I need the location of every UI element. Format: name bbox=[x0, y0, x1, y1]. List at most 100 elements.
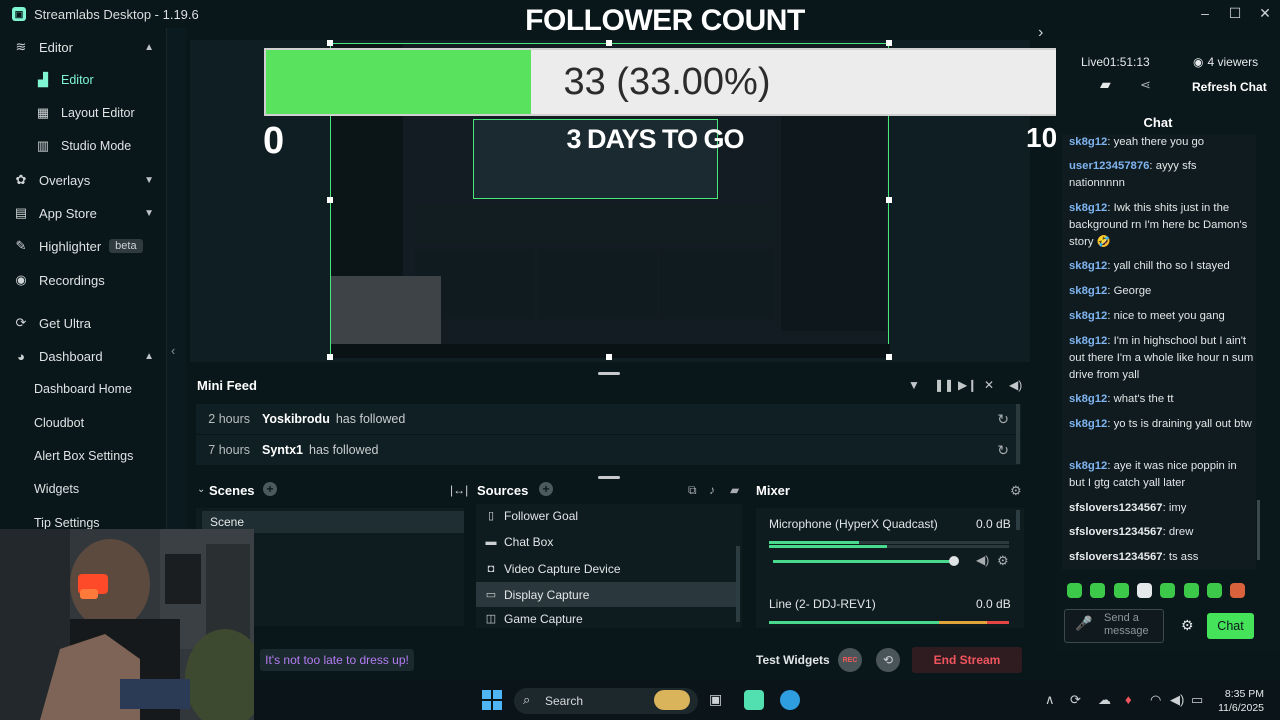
pause-icon[interactable]: ❚❚ bbox=[934, 378, 954, 392]
resize-handle[interactable] bbox=[886, 197, 892, 203]
emote-icon[interactable] bbox=[1184, 583, 1199, 598]
refresh-chat-button[interactable]: Refresh Chat bbox=[1192, 80, 1267, 94]
windows-start-icon[interactable] bbox=[482, 690, 502, 710]
source-item[interactable]: ▯ Follower Goal bbox=[476, 503, 736, 528]
sidebar-item-editor-group[interactable]: ≋ Editor ▲ bbox=[0, 32, 166, 62]
sidebar-item-dashboard-home[interactable]: Dashboard Home bbox=[0, 374, 166, 404]
folder-icon[interactable]: ▰ bbox=[730, 483, 739, 497]
scene-transitions-icon[interactable]: |↔| bbox=[450, 483, 468, 497]
emote-icon[interactable] bbox=[1090, 583, 1105, 598]
chat-user[interactable]: sk8g12 bbox=[1069, 310, 1107, 322]
mixer-settings-icon[interactable]: ⚙ bbox=[1010, 483, 1022, 499]
sidebar-item-dashboard[interactable]: ◕ Dashboard ▲ bbox=[0, 341, 166, 371]
chat-user[interactable]: sk8g12 bbox=[1069, 393, 1107, 405]
skip-icon[interactable]: ▶❙ bbox=[958, 378, 977, 392]
volume-slider[interactable] bbox=[773, 560, 957, 563]
add-scene-icon[interactable]: + bbox=[263, 482, 277, 496]
chat-user[interactable]: sk8g12 bbox=[1069, 418, 1107, 430]
search-highlight-icon[interactable] bbox=[654, 690, 690, 710]
end-stream-button[interactable]: End Stream bbox=[912, 647, 1022, 673]
chat-settings-icon[interactable]: ⚙ bbox=[1181, 617, 1194, 634]
chat-user[interactable]: user123457876 bbox=[1069, 160, 1149, 172]
cloud-icon[interactable]: ☁ bbox=[1098, 692, 1111, 708]
emote-icon[interactable] bbox=[1137, 583, 1152, 598]
chevron-right-icon[interactable]: › bbox=[1038, 24, 1043, 42]
sidebar-item-cloudbot[interactable]: Cloudbot bbox=[0, 408, 166, 438]
sidebar-item-editor[interactable]: ▟ Editor bbox=[0, 65, 166, 95]
volume-slider-knob[interactable] bbox=[949, 556, 959, 566]
emote-icon[interactable] bbox=[1230, 583, 1245, 598]
sidebar-item-overlays[interactable]: ✿ Overlays ▼ bbox=[0, 165, 166, 195]
source-item-selected[interactable]: ▭ Display Capture bbox=[476, 582, 736, 607]
tray-overflow-icon[interactable]: ∧ bbox=[1045, 692, 1055, 708]
chat-user[interactable]: sk8g12 bbox=[1069, 202, 1107, 214]
resize-handle[interactable] bbox=[327, 354, 333, 360]
resize-grip[interactable] bbox=[598, 372, 620, 375]
add-source-icon[interactable]: + bbox=[539, 482, 553, 496]
emote-icon[interactable] bbox=[1160, 583, 1175, 598]
resize-grip[interactable] bbox=[598, 476, 620, 479]
source-item[interactable]: ▬ Chat Box bbox=[476, 529, 736, 554]
volume-icon[interactable]: ◀) bbox=[1009, 378, 1022, 392]
streamlabs-taskbar-icon[interactable] bbox=[744, 690, 764, 710]
chat-user[interactable]: sfslovers1234567 bbox=[1069, 551, 1163, 563]
microphone-tray-icon[interactable]: ♦ bbox=[1125, 692, 1132, 707]
fit-icon[interactable]: ⧉ bbox=[688, 483, 697, 498]
sidebar-item-get-ultra[interactable]: ⟳ Get Ultra bbox=[0, 308, 166, 338]
maximize-button[interactable]: ☐ bbox=[1220, 0, 1250, 26]
replay-buffer-button[interactable]: ⟲ bbox=[876, 648, 900, 672]
resize-handle[interactable] bbox=[886, 354, 892, 360]
emote-icon[interactable] bbox=[1207, 583, 1222, 598]
battery-icon[interactable]: ▭ bbox=[1191, 692, 1203, 708]
chat-scrollbar[interactable] bbox=[1257, 500, 1260, 560]
chat-user[interactable]: sk8g12 bbox=[1069, 260, 1107, 272]
volume-tray-icon[interactable]: ◀) bbox=[1170, 692, 1184, 708]
collapse-left-icon[interactable]: ‹ bbox=[171, 343, 175, 358]
sidebar-item-app-store[interactable]: ▤ App Store ▼ bbox=[0, 198, 166, 228]
test-widgets-label[interactable]: Test Widgets bbox=[756, 653, 830, 667]
resize-handle[interactable] bbox=[606, 40, 612, 46]
channel-settings-icon[interactable]: ⚙ bbox=[997, 553, 1009, 569]
chevron-down-icon[interactable]: ⌄ bbox=[197, 484, 205, 495]
wifi-icon[interactable]: ◠ bbox=[1150, 692, 1161, 708]
chat-user[interactable]: sk8g12 bbox=[1069, 136, 1107, 148]
sources-scrollbar[interactable] bbox=[736, 546, 740, 622]
sidebar-item-widgets[interactable]: Widgets bbox=[0, 474, 166, 504]
chat-send-button[interactable]: Chat bbox=[1207, 613, 1254, 639]
source-audio-icon[interactable]: ♪ bbox=[709, 483, 715, 497]
share-icon[interactable]: ⋖ bbox=[1140, 77, 1151, 93]
emote-icon[interactable] bbox=[1067, 583, 1082, 598]
chat-user[interactable]: sk8g12 bbox=[1069, 335, 1107, 347]
sync-icon[interactable]: ⟳ bbox=[1070, 692, 1081, 708]
resize-handle[interactable] bbox=[606, 354, 612, 360]
resize-handle[interactable] bbox=[327, 197, 333, 203]
taskbar-clock[interactable]: 8:35 PM 11/6/2025 bbox=[1206, 687, 1264, 715]
source-item[interactable]: ◘ Video Capture Device bbox=[476, 556, 736, 581]
mixer-scrollbar[interactable] bbox=[1016, 510, 1020, 530]
speaker-icon[interactable]: ◀) bbox=[976, 553, 989, 567]
chat-user[interactable]: sfslovers1234567 bbox=[1069, 526, 1163, 538]
sidebar-item-studio-mode[interactable]: ▥ Studio Mode bbox=[0, 131, 166, 161]
sidebar-item-alert-box-settings[interactable]: Alert Box Settings bbox=[0, 441, 166, 471]
microphone-icon[interactable]: 🎤 bbox=[1075, 615, 1092, 632]
sidebar-item-highlighter[interactable]: ✎ Highlighter beta bbox=[0, 231, 166, 261]
record-button[interactable]: REC bbox=[838, 648, 862, 672]
resize-handle[interactable] bbox=[327, 40, 333, 46]
close-button[interactable]: ✕ bbox=[1250, 0, 1280, 26]
replay-icon[interactable]: ↻ bbox=[997, 411, 1009, 428]
emote-icon[interactable] bbox=[1114, 583, 1129, 598]
filter-icon[interactable]: ▼ bbox=[908, 378, 920, 392]
minimize-button[interactable]: – bbox=[1190, 0, 1220, 26]
promo-banner[interactable]: It's not too late to dress up! bbox=[260, 649, 414, 671]
sidebar-item-layout-editor[interactable]: ▦ Layout Editor bbox=[0, 98, 166, 128]
mute-alerts-icon[interactable]: ✕ bbox=[984, 378, 994, 392]
source-item[interactable]: ◫ Game Capture bbox=[476, 609, 736, 628]
chat-user[interactable]: sk8g12 bbox=[1069, 460, 1107, 472]
feed-scrollbar[interactable] bbox=[1016, 404, 1020, 464]
replay-icon[interactable]: ↻ bbox=[997, 442, 1009, 459]
clip-icon[interactable]: ▰ bbox=[1100, 76, 1111, 93]
sidebar-item-recordings[interactable]: ◉ Recordings bbox=[0, 265, 166, 295]
resize-handle[interactable] bbox=[886, 40, 892, 46]
chat-user[interactable]: sfslovers1234567 bbox=[1069, 502, 1163, 514]
task-view-icon[interactable]: ▣ bbox=[709, 691, 722, 708]
